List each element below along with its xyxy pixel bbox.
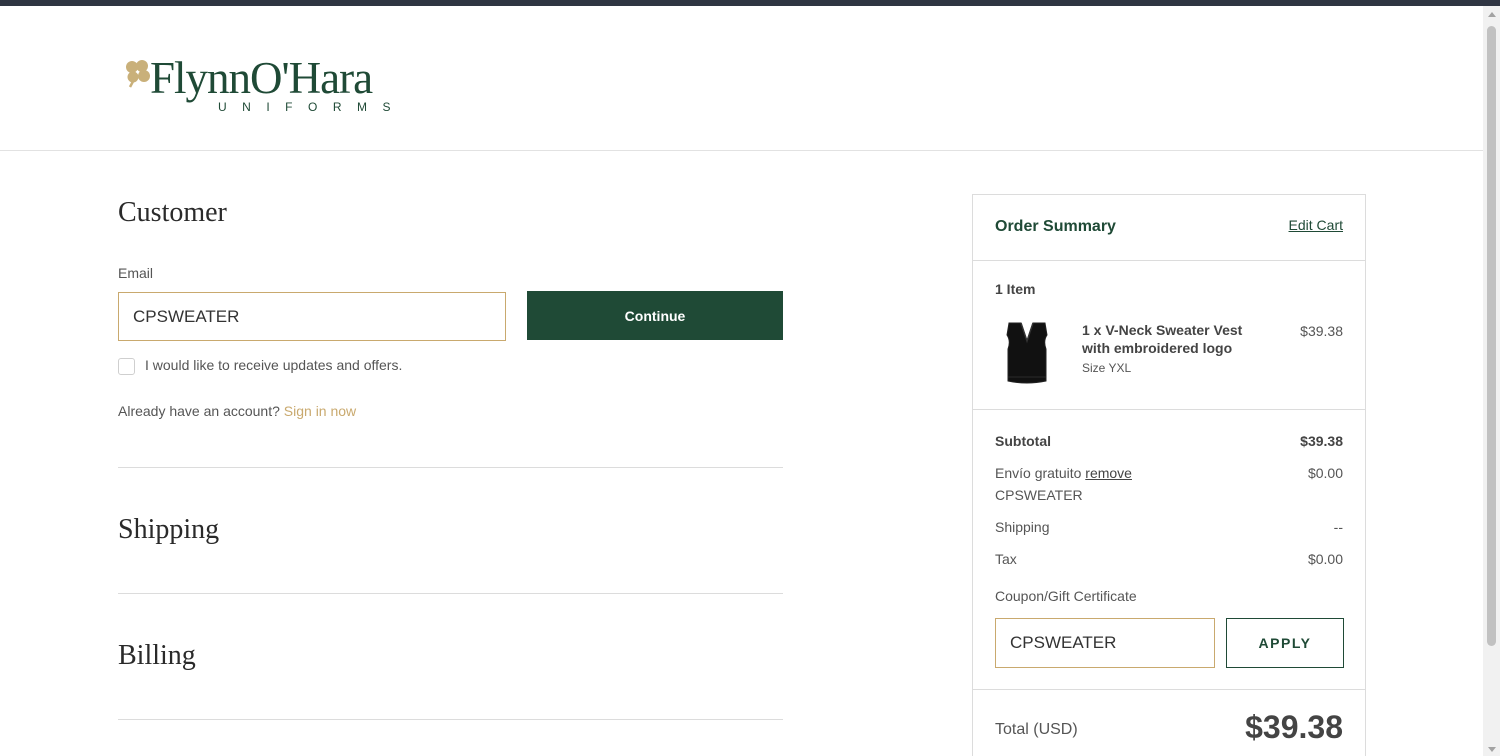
edit-cart-link[interactable]: Edit Cart [1289,217,1343,233]
coupon-label: Coupon/Gift Certificate [995,588,1137,604]
email-field[interactable] [118,292,506,341]
billing-section-title[interactable]: Billing [118,640,196,672]
apply-coupon-button[interactable]: APPLY [1226,618,1344,668]
section-divider [118,467,783,468]
brand-logo[interactable]: FlynnO'Hara UNIFORMS [120,50,430,118]
shipping-value: -- [1333,519,1343,535]
order-summary-panel: Order Summary Edit Cart 1 Item 1 x V-Nec… [972,194,1366,756]
summary-divider [973,260,1365,261]
site-header: FlynnO'Hara UNIFORMS [0,6,1483,151]
discount-code: CPSWEATER [995,487,1083,503]
product-size: Size YXL [1082,361,1132,375]
tax-value: $0.00 [1307,551,1343,567]
shipping-section-title[interactable]: Shipping [118,514,219,546]
section-divider [118,593,783,594]
remove-discount-link[interactable]: remove [1085,465,1132,481]
discount-row: Envío gratuito remove [995,465,1132,481]
product-name: 1 x V-Neck Sweater Vest with embroidered… [1082,322,1243,356]
order-summary-title: Order Summary [995,218,1116,235]
customer-section-title: Customer [118,197,227,228]
subtotal-value: $39.38 [1300,433,1343,449]
sweater-vest-image [1006,322,1048,384]
continue-button[interactable]: Continue [527,291,783,340]
subtotal-label: Subtotal [995,433,1051,449]
section-divider [118,719,783,720]
scroll-up-icon[interactable] [1488,12,1496,17]
sign-in-link[interactable]: Sign in now [284,403,356,419]
discount-label: Envío gratuito [995,465,1082,481]
scroll-down-icon[interactable] [1488,747,1496,752]
discount-value: $0.00 [1307,465,1343,481]
brand-name: FlynnO'Hara [150,53,373,103]
coupon-field[interactable] [995,618,1215,668]
page-scrollbar[interactable] [1483,6,1500,756]
summary-divider [973,409,1365,410]
shipping-label: Shipping [995,519,1050,535]
product-price: $39.38 [1300,323,1343,339]
updates-checkbox[interactable] [118,358,135,375]
total-value: $39.38 [1245,709,1343,745]
tax-label: Tax [995,551,1017,567]
email-label: Email [118,265,154,281]
items-count: 1 Item [995,281,1036,297]
scrollbar-thumb[interactable] [1487,26,1496,646]
brand-subtitle: UNIFORMS [218,100,406,114]
updates-checkbox-label[interactable]: I would like to receive updates and offe… [145,357,402,373]
total-label: Total (USD) [995,721,1078,738]
account-prompt-text: Already have an account? [118,403,280,419]
summary-divider [973,689,1365,690]
account-prompt: Already have an account? Sign in now [118,403,356,419]
